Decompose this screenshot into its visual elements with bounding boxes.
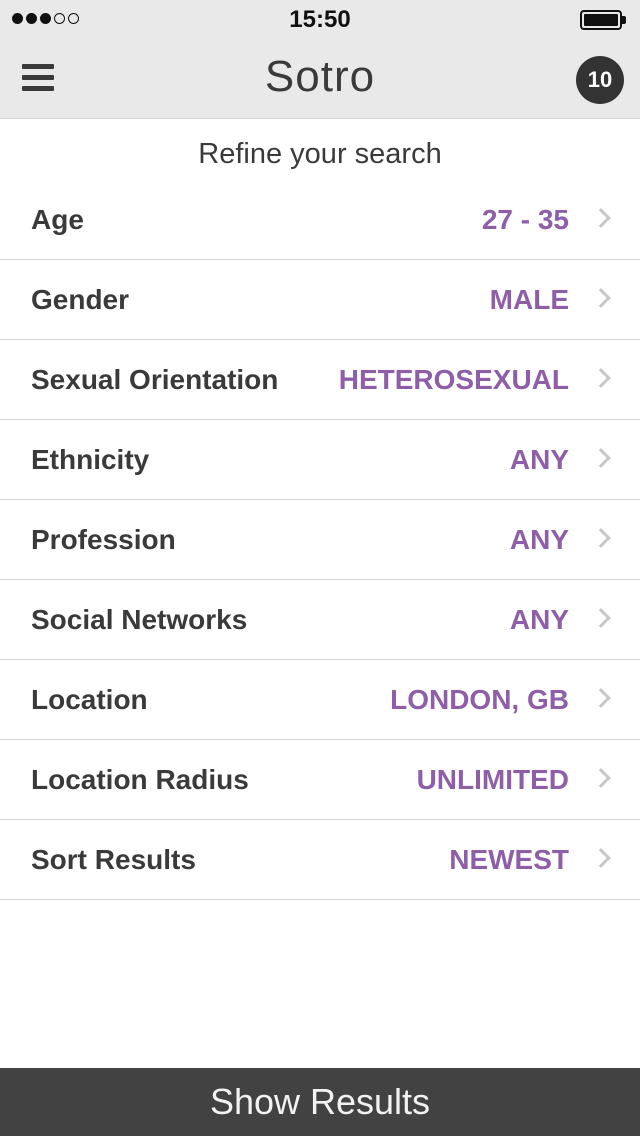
filter-value: ANY bbox=[509, 444, 569, 475]
filter-label: Location Radius bbox=[31, 764, 249, 795]
filter-label: Ethnicity bbox=[31, 444, 150, 475]
filter-row-sexual-orientation[interactable]: Sexual Orientation HETEROSEXUAL bbox=[0, 340, 640, 420]
chevron-right-icon bbox=[591, 288, 611, 308]
chevron-right-icon bbox=[591, 528, 611, 548]
filter-label: Social Networks bbox=[31, 604, 248, 635]
filter-label: Gender bbox=[31, 284, 130, 315]
filter-row-ethnicity[interactable]: Ethnicity ANY bbox=[0, 420, 640, 500]
filter-row-social-networks[interactable]: Social Networks ANY bbox=[0, 580, 640, 660]
filter-label: Sexual Orientation bbox=[31, 364, 279, 395]
status-time: 15:50 bbox=[289, 6, 351, 33]
chevron-right-icon bbox=[591, 848, 611, 868]
filter-label: Location bbox=[31, 684, 148, 715]
page-subtitle: Refine your search bbox=[198, 138, 442, 170]
filter-label: Sort Results bbox=[31, 844, 196, 875]
filter-value: 27 - 35 bbox=[481, 204, 569, 235]
nav-bar: Sotro 10 bbox=[0, 40, 640, 119]
filter-list: Age 27 - 35 Gender MALE Sexual Orientati… bbox=[0, 180, 640, 900]
filter-value: UNLIMITED bbox=[416, 764, 569, 795]
chevron-right-icon bbox=[591, 688, 611, 708]
filter-row-location-radius[interactable]: Location Radius UNLIMITED bbox=[0, 740, 640, 820]
chevron-right-icon bbox=[591, 368, 611, 388]
chevron-right-icon bbox=[591, 448, 611, 468]
app-title: Sotro bbox=[264, 52, 376, 101]
filter-value: LONDON, GB bbox=[390, 684, 569, 715]
battery-fill bbox=[584, 14, 618, 26]
chevron-right-icon bbox=[591, 608, 611, 628]
chevron-right-icon bbox=[591, 208, 611, 228]
filter-value: ANY bbox=[509, 604, 569, 635]
show-results-button[interactable]: Show Results bbox=[0, 1068, 640, 1136]
filter-row-age[interactable]: Age 27 - 35 bbox=[0, 180, 640, 260]
filter-value: ANY bbox=[509, 524, 569, 555]
chevron-right-icon bbox=[591, 768, 611, 788]
filter-label: Age bbox=[31, 204, 84, 235]
filter-value: HETEROSEXUAL bbox=[338, 364, 569, 395]
battery-icon bbox=[580, 10, 626, 30]
notification-badge[interactable]: 10 bbox=[576, 56, 624, 104]
filter-row-location[interactable]: Location LONDON, GB bbox=[0, 660, 640, 740]
filter-label: Profession bbox=[31, 524, 176, 555]
filter-value: MALE bbox=[489, 284, 569, 315]
filter-value: NEWEST bbox=[449, 844, 569, 875]
filter-row-gender[interactable]: Gender MALE bbox=[0, 260, 640, 340]
filter-row-profession[interactable]: Profession ANY bbox=[0, 500, 640, 580]
status-bar: 15:50 bbox=[0, 0, 640, 40]
filter-row-sort-results[interactable]: Sort Results NEWEST bbox=[0, 820, 640, 900]
